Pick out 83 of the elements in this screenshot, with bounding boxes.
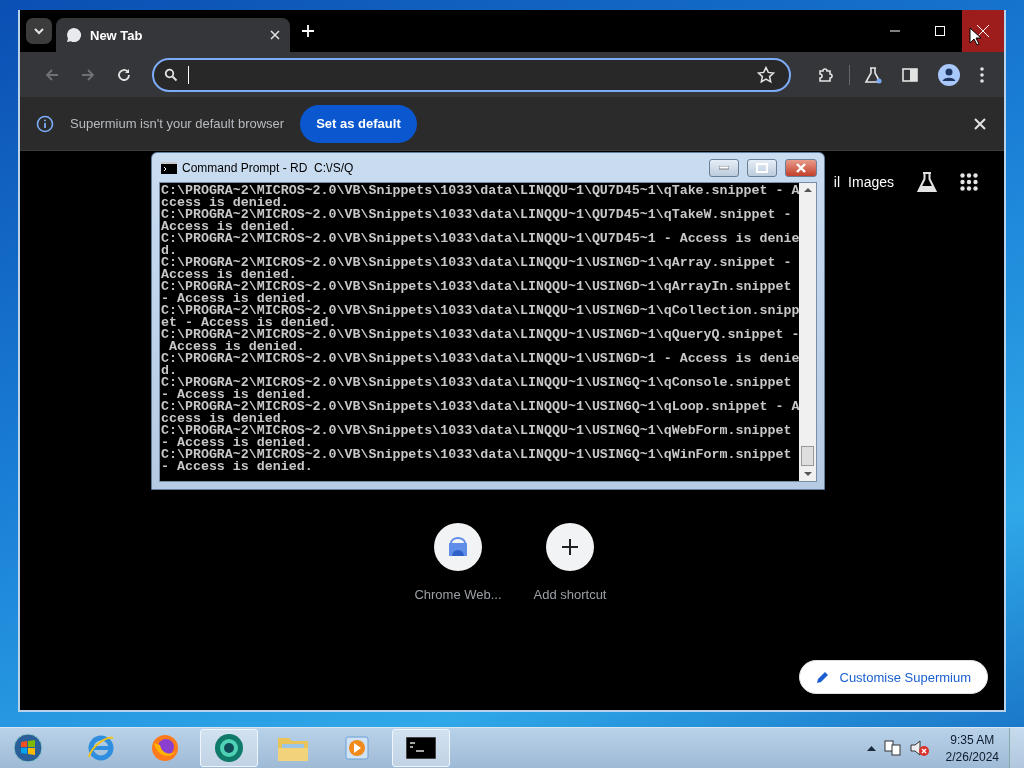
console-line: C:\PROGRA~2\MICROS~2.0\VB\Snippets\1033\data\LINQQU~1\USINGD~1\qArray.snippet - [161,257,793,269]
console-line: et - Access is denied. [161,317,337,329]
chat-bubble-icon [66,27,82,43]
taskbar-button[interactable] [392,729,450,767]
search-icon [164,67,178,82]
side-panel-icon[interactable] [902,66,918,83]
console-icon [406,737,436,759]
scroll-down-icon[interactable] [803,472,812,477]
console-line: - Access is denied. [161,293,313,305]
flask-icon[interactable] [916,171,938,193]
reload-icon[interactable] [116,66,132,83]
profile-icon[interactable] [938,63,960,86]
console-line: ccess is denied. [161,197,289,209]
taskbar-button[interactable] [200,729,258,767]
play-icon [343,734,371,762]
console-line: d. [161,245,177,257]
clock-date[interactable]: 2/26/2024 [945,749,999,764]
shortcut-label: Add shortcut [533,587,607,602]
maximize-icon [756,162,768,173]
top-link[interactable]: Images [848,174,894,190]
mouse-cursor-icon [969,27,981,46]
plus-icon [562,539,578,555]
console-line: C:\PROGRA~2\MICROS~2.0\VB\Snippets\1033\data\LINQQU~1\USINGD~1\qCollection.snipp [161,305,798,317]
console-line: C:\PROGRA~2\MICROS~2.0\VB\Snippets\1033\data\LINQQU~1\QU7D45~1\qTakeW.snippet - [161,209,793,221]
address-field[interactable] [152,57,791,92]
globe-e-icon [86,733,116,763]
apps-grid-icon[interactable] [960,173,978,191]
customise-button[interactable]: Customise Supermium [798,660,988,694]
close-icon[interactable] [270,30,280,40]
shortcut-label: Chrome Web... [414,587,502,602]
infobar-message: Supermium isn't your default browser [70,116,285,131]
new-tab-icon[interactable] [302,25,314,37]
chevron-up-icon[interactable] [866,745,876,751]
pencil-icon [815,670,830,684]
console-line: ccess is denied. [161,413,289,425]
set-default-button[interactable]: Set as default [300,104,417,143]
shortcut-tile[interactable] [434,523,482,571]
store-icon [447,537,469,557]
tab-search-button[interactable] [26,18,52,44]
scrollbar[interactable] [799,183,816,481]
console-line: C:\PROGRA~2\MICROS~2.0\VB\Snippets\1033\data\LINQQU~1\USINGD~1\qQueryQ.snippet - [161,329,798,341]
scrollbar-thumb[interactable] [801,446,814,466]
console-line: C:\PROGRA~2\MICROS~2.0\VB\Snippets\1033\data\LINQQU~1\USINGQ~1\qConsole.snippet [161,377,793,389]
info-icon [36,114,54,133]
maximize-icon [934,26,945,36]
menu-icon[interactable] [980,66,984,83]
flask-icon[interactable] [864,65,882,84]
browser-tab[interactable]: New Tab [56,18,290,52]
close-icon [795,162,807,173]
console-line: C:\PROGRA~2\MICROS~2.0\VB\Snippets\1033\data\LINQQU~1\USINGQ~1\qWebForm.snippet [161,425,793,437]
shortcut-tile[interactable] [546,523,594,571]
console-line: - Access is denied. [161,461,313,473]
muted-speaker-icon[interactable] [909,739,930,757]
console-line: - Access is denied. [161,389,313,401]
tab-title: New Tab [90,27,143,43]
minimize-button[interactable] [709,158,739,177]
clock-time[interactable]: 9:35 AM [950,732,995,747]
scroll-up-icon[interactable] [803,187,812,192]
close-icon[interactable] [974,117,986,130]
console-line: Access is denied. [161,221,297,233]
console-line: C:\PROGRA~2\MICROS~2.0\VB\Snippets\1033\data\LINQQU~1\USINGD~1\qArrayIn.snippet [161,281,793,293]
console-line: C:\PROGRA~2\MICROS~2.0\VB\Snippets\1033\data\LINQQU~1\QU7D45~1\qTake.snippet - A [161,185,798,197]
maximize-button[interactable] [747,158,777,177]
round-logo-icon [214,733,244,763]
caret-icon [33,27,45,35]
top-link[interactable]: il [833,174,841,190]
console-line: d. [161,365,177,377]
console-line: C:\PROGRA~2\MICROS~2.0\VB\Snippets\1033\data\LINQQU~1\USINGQ~1\qLoop.snippet - A [161,401,798,413]
console-line: C:\PROGRA~2\MICROS~2.0\VB\Snippets\1033\data\LINQQU~1\USINGQ~1\qWinForm.snippet [161,449,793,461]
close-button[interactable] [962,10,1004,52]
network-icon[interactable] [883,739,902,757]
puzzle-icon[interactable] [817,65,835,84]
star-icon[interactable] [757,65,775,84]
console-icon [161,161,177,174]
console-line: C:\PROGRA~2\MICROS~2.0\VB\Snippets\1033\data\LINQQU~1\USINGD~1 - Access is denie [161,353,798,365]
console-line: C:\PROGRA~2\MICROS~2.0\VB\Snippets\1033\data\LINQQU~1\QU7D45~1 - Access is denie [161,233,798,245]
close-icon [977,25,989,37]
fox-icon [150,733,180,763]
minimize-icon [719,165,729,170]
console-line: - Access is denied. [161,437,313,449]
console-line: Access is denied. [161,269,297,281]
console-line: Access is denied. [168,341,305,353]
window-title: Command Prompt - RD C:\/S/Q [182,160,354,175]
